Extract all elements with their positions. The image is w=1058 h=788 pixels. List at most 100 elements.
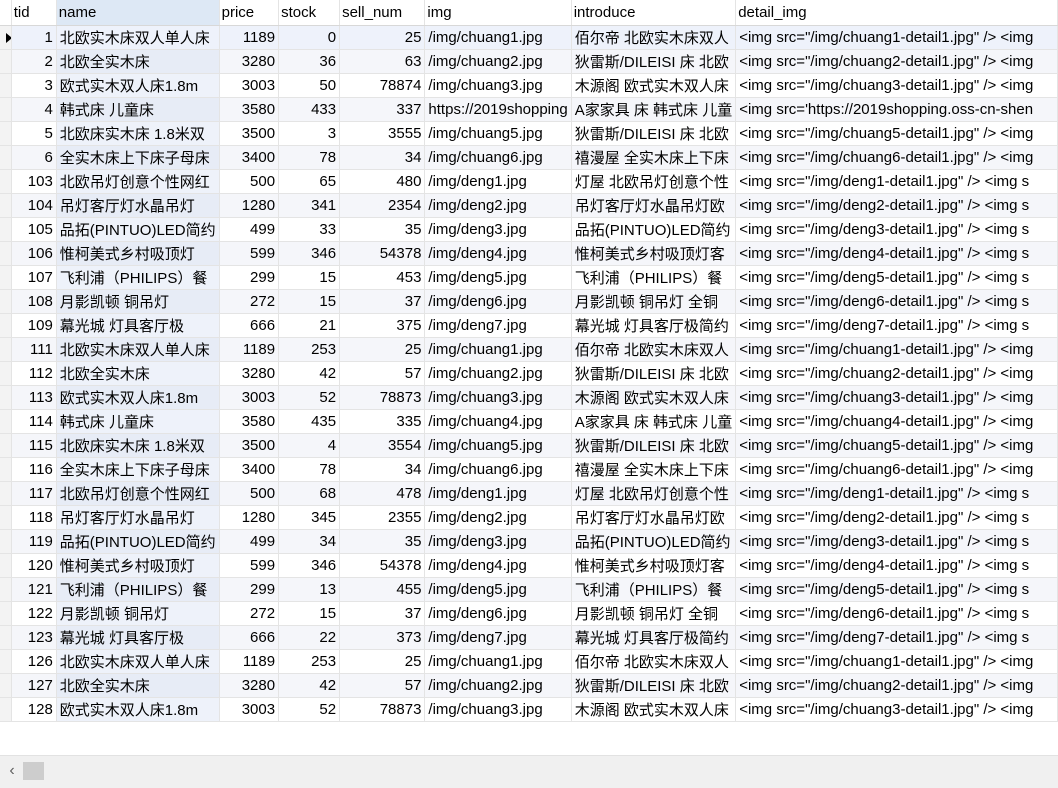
table-row[interactable]: 121 飞利浦（PHILIPS）餐 299 13 455/img/deng5.jpg 飞利… [0,577,1058,602]
cell-img[interactable]: /img/chuang1.jpg [424,337,572,362]
cell-price[interactable]: 3400 [219,145,280,170]
cell-tid[interactable]: 107 [11,265,57,290]
table-row[interactable]: 123 幕光城 灯具客厅极 666 22 373/img/deng7.jpg 幕光城 灯具… [0,625,1058,650]
cell-price[interactable]: 299 [219,577,280,602]
cell-name[interactable]: 北欧全实木床 [56,673,220,698]
column-header-stock[interactable]: stock [278,0,341,26]
row-selector[interactable] [0,121,12,146]
cell-introduce[interactable]: 木源阁 欧式实木双人床 [571,73,737,98]
cell-name[interactable]: 北欧吊灯创意个性网红 [56,481,220,506]
cell-name[interactable]: 欧式实木双人床1.8m [56,385,220,410]
cell-stock[interactable]: 52 [278,697,341,722]
cell-sell-num[interactable]: 78873 [339,697,426,722]
cell-sell-num[interactable]: 3555 [339,121,426,146]
cell-price[interactable]: 272 [219,601,280,626]
cell-tid[interactable]: 120 [11,553,57,578]
row-selector[interactable] [0,625,12,650]
cell-stock[interactable]: 346 [278,241,341,266]
cell-stock[interactable]: 13 [278,577,341,602]
cell-tid[interactable]: 104 [11,193,57,218]
cell-sell-num[interactable]: 34 [339,457,426,482]
cell-detail-img[interactable]: <img src="/img/chuang1-detail1.jpg" /> <… [735,337,1058,362]
cell-price[interactable]: 299 [219,265,280,290]
cell-img[interactable]: /img/deng3.jpg [424,529,572,554]
cell-img[interactable]: /img/deng6.jpg [424,289,572,314]
row-selector[interactable] [0,361,12,386]
cell-sell-num[interactable]: 337 [339,97,426,122]
cell-sell-num[interactable]: 63 [339,49,426,74]
cell-stock[interactable]: 22 [278,625,341,650]
cell-img[interactable]: /img/chuang5.jpg [424,433,572,458]
cell-price[interactable]: 3280 [219,49,280,74]
row-selector[interactable] [0,193,12,218]
cell-stock[interactable]: 68 [278,481,341,506]
cell-img[interactable]: /img/chuang6.jpg [424,457,572,482]
cell-name[interactable]: 欧式实木双人床1.8m [56,697,220,722]
table-row[interactable]: 4 韩式床 儿童床 3580 433 337 https://2019shopping A家… [0,97,1058,122]
cell-name[interactable]: 飞利浦（PHILIPS）餐 [56,577,220,602]
cell-stock[interactable]: 433 [278,97,341,122]
cell-price[interactable]: 499 [219,217,280,242]
cell-introduce[interactable]: 狄雷斯/DILEISI 床 北欧 [571,121,737,146]
cell-introduce[interactable]: 木源阁 欧式实木双人床 [571,385,737,410]
row-selector[interactable] [0,49,12,74]
cell-img[interactable]: /img/deng4.jpg [424,241,572,266]
cell-detail-img[interactable]: <img src="/img/chuang4-detail1.jpg" /> <… [735,409,1058,434]
cell-stock[interactable]: 42 [278,673,341,698]
cell-detail-img[interactable]: <img src="/img/deng5-detail1.jpg" /> <im… [735,577,1058,602]
cell-introduce[interactable]: 吊灯客厅灯水晶吊灯欧 [571,505,737,530]
cell-price[interactable]: 3580 [219,97,280,122]
cell-sell-num[interactable]: 373 [339,625,426,650]
row-selector[interactable] [0,217,12,242]
cell-introduce[interactable]: 飞利浦（PHILIPS）餐 [571,265,737,290]
row-selector[interactable] [0,553,12,578]
cell-tid[interactable]: 3 [11,73,57,98]
row-selector[interactable] [0,481,12,506]
cell-introduce[interactable]: 狄雷斯/DILEISI 床 北欧 [571,361,737,386]
table-row[interactable]: 1 北欧实木床双人单人床 1189 0 25/img/chuang1.jpg 佰尔帝 北欧… [0,25,1058,50]
row-selector[interactable] [0,673,12,698]
cell-name[interactable]: 飞利浦（PHILIPS）餐 [56,265,220,290]
chevron-left-icon[interactable]: ‹ [4,762,20,780]
cell-price[interactable]: 272 [219,289,280,314]
cell-tid[interactable]: 126 [11,649,57,674]
table-row[interactable]: 128 欧式实木双人床1.8m 3003 52 78873/img/chuang3.jp… [0,697,1058,722]
cell-tid[interactable]: 106 [11,241,57,266]
cell-detail-img[interactable]: <img src="/img/deng4-detail1.jpg" /> <im… [735,241,1058,266]
cell-sell-num[interactable]: 335 [339,409,426,434]
table-row[interactable]: 105 品拓(PINTUO)LED简约 499 33 35/img/deng3.jpg 品… [0,217,1058,242]
cell-introduce[interactable]: 灯屋 北欧吊灯创意个性 [571,481,737,506]
column-header-name[interactable]: name [56,0,220,26]
cell-img[interactable]: /img/chuang3.jpg [424,73,572,98]
cell-name[interactable]: 北欧实木床双人单人床 [56,337,220,362]
cell-stock[interactable]: 15 [278,601,341,626]
cell-sell-num[interactable]: 25 [339,25,426,50]
cell-img[interactable]: /img/deng5.jpg [424,577,572,602]
row-selector[interactable] [0,433,12,458]
table-row[interactable]: 117 北欧吊灯创意个性网红 500 68 478/img/deng1.jpg 灯屋 北欧… [0,481,1058,506]
cell-name[interactable]: 月影凯顿 铜吊灯 [56,601,220,626]
cell-price[interactable]: 3400 [219,457,280,482]
cell-detail-img[interactable]: <img src="/img/deng4-detail1.jpg" /> <im… [735,553,1058,578]
cell-detail-img[interactable]: <img src="/img/deng1-detail1.jpg" /> <im… [735,481,1058,506]
cell-stock[interactable]: 78 [278,145,341,170]
cell-img[interactable]: /img/chuang5.jpg [424,121,572,146]
cell-name[interactable]: 北欧全实木床 [56,361,220,386]
cell-introduce[interactable]: 禧漫屋 全实木床上下床 [571,457,737,482]
cell-detail-img[interactable]: <img src="/img/deng7-detail1.jpg" /> <im… [735,625,1058,650]
cell-detail-img[interactable]: <img src="/img/chuang5-detail1.jpg" /> <… [735,433,1058,458]
cell-tid[interactable]: 4 [11,97,57,122]
cell-detail-img[interactable]: <img src="/img/chuang5-detail1.jpg" /> <… [735,121,1058,146]
table-row[interactable]: 127 北欧全实木床 3280 42 57/img/chuang2.jpg 狄雷斯/DIL… [0,673,1058,698]
cell-introduce[interactable]: 禧漫屋 全实木床上下床 [571,145,737,170]
cell-img[interactable]: /img/chuang3.jpg [424,385,572,410]
cell-detail-img[interactable]: <img src="/img/chuang3-detail1.jpg" /> <… [735,697,1058,722]
cell-sell-num[interactable]: 2354 [339,193,426,218]
cell-sell-num[interactable]: 37 [339,601,426,626]
row-selector[interactable] [0,649,12,674]
cell-detail-img[interactable]: <img src="/img/deng2-detail1.jpg" /> <im… [735,193,1058,218]
cell-introduce[interactable]: 吊灯客厅灯水晶吊灯欧 [571,193,737,218]
cell-tid[interactable]: 103 [11,169,57,194]
cell-tid[interactable]: 2 [11,49,57,74]
cell-introduce[interactable]: 狄雷斯/DILEISI 床 北欧 [571,673,737,698]
